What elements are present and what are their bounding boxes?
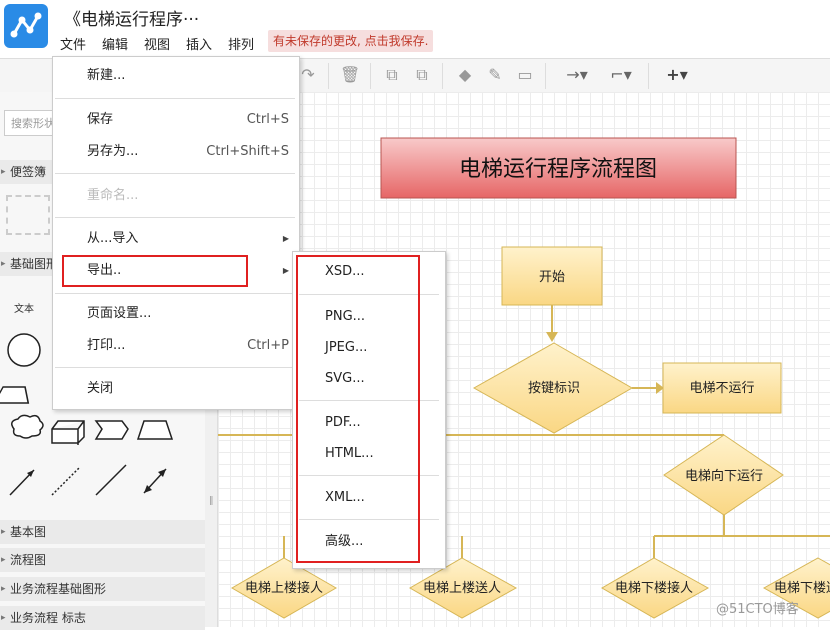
section-bpmn-basic[interactable]: 业务流程基础图形 [0,577,205,601]
menu-arrange[interactable]: 排列 [228,34,254,53]
node-button-flag-label: 按键标识 [528,381,580,396]
section-bpmn-markers[interactable]: 业务流程 标志 [0,606,205,630]
menu-item-label: 新建... [87,68,126,83]
export-submenu-highlight-box [296,255,420,563]
menu-item-save[interactable]: 保存 Ctrl+S [53,106,299,134]
menu-item-save-as[interactable]: 另存为... Ctrl+Shift+S [53,138,299,166]
menu-view[interactable]: 视图 [144,34,170,53]
delete-icon[interactable]: 🗑 [340,65,360,85]
app-header: 《电梯运行程序··· 文件 编辑 视图 插入 排列 有未保存的更改, 点击我保存… [0,0,830,58]
shadow-icon[interactable]: ▭ [515,65,535,85]
scratchpad-drop-area[interactable] [6,195,50,235]
node-not-running-label: 电梯不运行 [689,381,754,396]
shortcut-label: Ctrl+P [247,338,289,353]
menu-item-import-from[interactable]: 从...导入 ▶ [53,225,299,253]
unsaved-changes-notice[interactable]: 有未保存的更改, 点击我保存. [268,30,434,52]
to-front-icon[interactable]: ⧉ [382,65,402,85]
menu-item-label: 页面设置... [87,306,152,321]
trapezoid-shape[interactable] [136,420,174,440]
toolbar-divider [648,63,649,89]
circle-shape[interactable] [7,333,41,367]
menu-item-label: 关闭 [87,381,114,396]
node-down-pickup-label: 电梯下楼接人 [615,580,693,596]
dashed-line-shape[interactable] [51,466,81,496]
menu-item-label: 另存为... [87,144,139,159]
shortcut-label: Ctrl+Shift+S [206,144,289,159]
node-down-dropoff-label: 电梯下楼送 [774,581,830,596]
menu-edit[interactable]: 编辑 [102,34,128,53]
splitter-grip-icon[interactable]: ‖ [209,496,214,506]
fill-color-icon[interactable]: ◆ [455,65,475,85]
arrowhead-icon [546,332,558,342]
app-logo-icon[interactable] [4,4,48,48]
menu-item-close[interactable]: 关闭 [53,375,299,403]
menu-divider [55,98,295,99]
connection-arrow-icon[interactable]: →▾ [560,65,594,85]
document-title[interactable]: 《电梯运行程序··· [64,5,199,30]
node-down-running-label: 电梯向下运行 [685,468,763,484]
insert-plus-icon[interactable]: +▾ [660,65,694,85]
line-color-icon[interactable]: ✎ [485,65,505,85]
redo-icon[interactable]: ↷ [298,65,318,85]
menu-item-label: 从...导入 [87,231,139,246]
export-highlight-box [62,255,248,287]
menu-item-rename: 重命名... [53,182,299,210]
node-up-pickup-label: 电梯上楼接人 [245,580,323,596]
step-shape[interactable] [94,420,129,440]
toolbar-divider [370,63,371,89]
cloud-shape[interactable] [11,414,44,439]
menu-divider [55,367,295,368]
menu-item-label: 重命名... [87,188,139,203]
menu-item-label: 打印... [87,338,126,353]
line-shape[interactable] [95,464,127,496]
toolbar-divider [545,63,546,89]
parallelogram-shape[interactable] [0,386,31,404]
node-up-dropoff-label: 电梯上楼送人 [423,581,501,596]
toolbar-divider [442,63,443,89]
menu-insert[interactable]: 插入 [186,34,212,53]
file-menu: 新建... 保存 Ctrl+S 另存为... Ctrl+Shift+S 重命名...… [52,56,300,410]
toolbar-divider [328,63,329,89]
waypoint-style-icon[interactable]: ⌐▾ [604,65,638,85]
menu-divider [55,293,295,294]
menu-item-print[interactable]: 打印... Ctrl+P [53,332,299,360]
submenu-arrow-icon: ▶ [282,266,289,275]
cube-shape[interactable] [51,420,85,445]
menu-divider [55,173,295,174]
menu-item-page-setup[interactable]: 页面设置... [53,300,299,328]
menu-file[interactable]: 文件 [60,34,86,53]
text-shape[interactable]: 文本 [14,300,34,315]
watermark: @51CTO博客 [716,602,799,617]
menu-item-new[interactable]: 新建... [53,62,299,90]
node-start-label: 开始 [539,270,565,285]
diagram-title: 电梯运行程序流程图 [459,157,657,182]
shortcut-label: Ctrl+S [246,112,289,127]
to-back-icon[interactable]: ⧉ [412,65,432,85]
menu-item-label: 保存 [87,112,114,127]
section-flowchart[interactable]: 流程图 [0,548,205,572]
submenu-arrow-icon: ▶ [282,234,289,243]
section-basic[interactable]: 基本图 [0,520,205,544]
menu-divider [55,217,295,218]
